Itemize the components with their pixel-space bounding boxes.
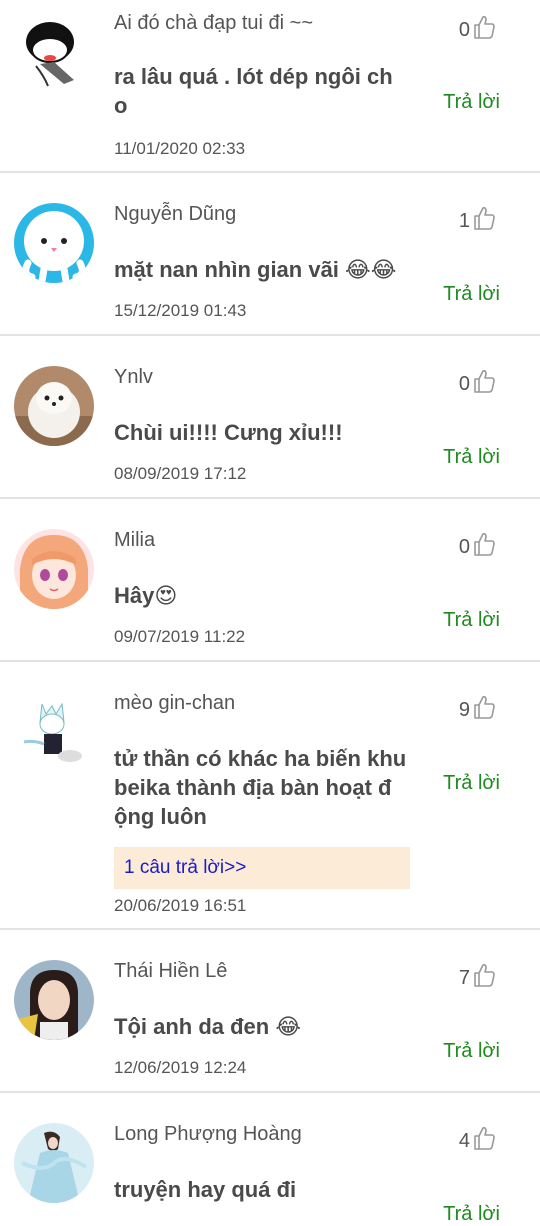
comment-text-line: Chùi ui!!!! Cưng xỉu!!!: [114, 420, 343, 445]
like-count: 0: [458, 372, 470, 395]
commenter-name[interactable]: Ynlv: [114, 366, 153, 389]
avatar[interactable]: [14, 692, 94, 772]
commenter-name[interactable]: Nguyễn Dũng: [114, 203, 236, 226]
thumbs-up-icon: [472, 694, 496, 726]
view-replies-link[interactable]: 1 câu trả lời>>: [114, 847, 410, 889]
like-button[interactable]: 0: [459, 14, 496, 46]
comment-text: Hây😍: [114, 581, 414, 610]
reply-button[interactable]: Trả lời: [443, 772, 500, 795]
like-count: 7: [458, 966, 470, 989]
avatar[interactable]: [14, 529, 94, 609]
thumbs-up-icon: [472, 1125, 496, 1157]
like-count: 4: [458, 1129, 470, 1152]
like-count: 0: [458, 18, 470, 41]
like-button[interactable]: 7: [459, 962, 496, 994]
comment-item: Milia Hây😍 09/07/2019 11:22 0 Trả lời: [0, 499, 540, 662]
thumbs-up-icon: [472, 368, 496, 400]
comment-item: Ai đó chà đạp tui đi ~~ ra lâu quá . lót…: [0, 0, 540, 173]
avatar[interactable]: [14, 203, 94, 283]
comment-text: tử thần có khác ha biến khu beika thành …: [114, 744, 414, 831]
comment-timestamp: 11/01/2020 02:33: [114, 139, 246, 158]
comment-text: truyện hay quá đi: [114, 1175, 414, 1204]
comment-item: Nguyễn Dũng mặt nan nhìn gian vãi 😂😂 15/…: [0, 173, 540, 336]
avatar[interactable]: [14, 1123, 94, 1203]
comment-text: mặt nan nhìn gian vãi 😂😂: [114, 255, 414, 284]
like-button[interactable]: 9: [459, 694, 496, 726]
reply-button[interactable]: Trả lời: [443, 1040, 500, 1063]
thumbs-up-icon: [472, 962, 496, 994]
comment-text: Tội anh da đen 😂: [114, 1012, 414, 1041]
comment-item: Ynlv Chùi ui!!!! Cưng xỉu!!! 08/09/2019 …: [0, 336, 540, 499]
comment-text: Chùi ui!!!! Cưng xỉu!!!: [114, 418, 414, 447]
comment-text: ra lâu quá . lót dép ngôi ch o: [114, 62, 414, 120]
reply-button[interactable]: Trả lời: [443, 283, 500, 306]
comment-timestamp: 12/06/2019 12:24: [114, 1058, 247, 1077]
commenter-name[interactable]: Ai đó chà đạp tui đi ~~: [114, 12, 313, 35]
avatar[interactable]: [14, 14, 94, 94]
reply-button[interactable]: Trả lời: [443, 91, 500, 114]
like-button[interactable]: 4: [459, 1125, 496, 1157]
comment-item: Long Phượng Hoàng truyện hay quá đi 4 Tr…: [0, 1093, 540, 1225]
comment-text-line: mặt nan nhìn gian vãi 😂😂: [114, 257, 397, 282]
like-count: 9: [458, 698, 470, 721]
commenter-name[interactable]: mèo gin-chan: [114, 692, 235, 715]
like-count: 1: [458, 209, 470, 232]
comment-text-line: ra lâu quá . lót dép ngôi ch: [114, 64, 393, 89]
comment-item: mèo gin-chan tử thần có khác ha biến khu…: [0, 662, 540, 930]
thumbs-up-icon: [472, 205, 496, 237]
comment-text-line: beika thành địa bàn hoạt đ: [114, 775, 392, 800]
like-count: 0: [458, 535, 470, 558]
comment-item: Thái Hiền Lê Tội anh da đen 😂 12/06/2019…: [0, 930, 540, 1093]
comment-timestamp: 20/06/2019 16:51: [114, 896, 247, 915]
like-button[interactable]: 0: [459, 368, 496, 400]
commenter-name[interactable]: Thái Hiền Lê: [114, 960, 227, 983]
comment-text-line: Hây😍: [114, 583, 178, 608]
reply-button[interactable]: Trả lời: [443, 609, 500, 632]
reply-button[interactable]: Trả lời: [443, 446, 500, 469]
comment-text-line: o: [114, 93, 128, 118]
comment-text-line: tử thần có khác ha biến khu: [114, 746, 407, 771]
comment-text-line: Tội anh da đen 😂: [114, 1014, 302, 1039]
avatar[interactable]: [14, 366, 94, 446]
thumbs-up-icon: [472, 531, 496, 563]
comment-text-line: truyện hay quá đi: [114, 1177, 297, 1202]
like-button[interactable]: 0: [459, 531, 496, 563]
reply-button[interactable]: Trả lời: [443, 1203, 500, 1226]
thumbs-up-icon: [472, 14, 496, 46]
like-button[interactable]: 1: [459, 205, 496, 237]
comment-timestamp: 08/09/2019 17:12: [114, 464, 247, 483]
comment-timestamp: 09/07/2019 11:22: [114, 627, 246, 646]
comment-text-line: ộng luôn: [114, 804, 207, 829]
commenter-name[interactable]: Milia: [114, 529, 155, 552]
avatar[interactable]: [14, 960, 94, 1040]
commenter-name[interactable]: Long Phượng Hoàng: [114, 1123, 302, 1146]
comment-timestamp: 15/12/2019 01:43: [114, 301, 247, 320]
